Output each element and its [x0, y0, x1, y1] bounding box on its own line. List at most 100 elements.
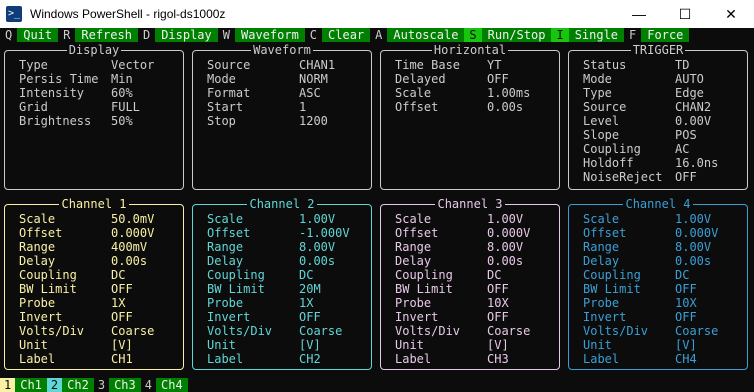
menu-clear-button[interactable]: Clear — [322, 28, 371, 42]
setting-value: OFF — [487, 282, 509, 296]
channel-tab-3[interactable]: Ch3 — [109, 378, 141, 392]
setting-row: Delay 0.00s — [19, 254, 179, 268]
setting-row: Probe 1X — [207, 296, 367, 310]
setting-value: 1.00V — [675, 212, 712, 226]
setting-label: Label — [395, 352, 432, 366]
setting-row: Unit [V] — [583, 338, 743, 352]
setting-value: POS — [675, 128, 697, 142]
setting-label: Probe — [583, 296, 620, 310]
close-button[interactable]: ✕ — [708, 0, 754, 28]
setting-label: Coupling — [583, 268, 641, 282]
setting-label: Invert — [583, 310, 627, 324]
setting-label: Range — [19, 240, 56, 254]
menu-force-button[interactable]: Force — [641, 28, 690, 42]
setting-value: FULL — [111, 100, 140, 114]
setting-value: 1.00V — [299, 212, 336, 226]
menu-quit-button[interactable]: Quit — [17, 28, 59, 42]
setting-value: 1.00ms — [487, 86, 531, 100]
menu-single-button[interactable]: Single — [568, 28, 625, 42]
setting-label: Volts/Div — [395, 324, 461, 338]
setting-row: Delay 0.00s — [395, 254, 555, 268]
setting-label: Delay — [207, 254, 244, 268]
setting-label: Type — [19, 58, 48, 72]
setting-label: Scale — [395, 86, 432, 100]
setting-value: 8.00V — [487, 240, 524, 254]
channel-tab-4[interactable]: Ch4 — [156, 378, 188, 392]
setting-value: ASC — [299, 86, 321, 100]
setting-value: OFF — [299, 310, 321, 324]
setting-label: BW Limit — [19, 282, 77, 296]
channel-number-4: 4 — [140, 378, 156, 392]
setting-label: Time Base — [395, 58, 461, 72]
setting-value: OFF — [111, 282, 133, 296]
setting-value: [V] — [299, 338, 321, 352]
channel-tab-2[interactable]: Ch2 — [62, 378, 94, 392]
setting-label: Scale — [395, 212, 432, 226]
setting-value: 10X — [487, 296, 509, 310]
setting-label: Offset — [19, 226, 63, 240]
setting-row: Level 0.00V — [583, 114, 743, 128]
panel-title: Display — [66, 43, 122, 57]
setting-row: Grid FULL — [19, 100, 179, 114]
setting-value: 0.00V — [675, 114, 712, 128]
menu-key-q: Q — [5, 28, 13, 42]
setting-label: Range — [395, 240, 432, 254]
setting-value: Coarse — [487, 324, 531, 338]
setting-label: Label — [207, 352, 244, 366]
setting-row: Delayed OFF — [395, 72, 555, 86]
setting-row: Slope POS — [583, 128, 743, 142]
setting-label: Type — [583, 86, 612, 100]
setting-value: TD — [675, 58, 690, 72]
setting-label: Offset — [395, 100, 439, 114]
setting-value: Coarse — [111, 324, 155, 338]
setting-row: Offset 0.000V — [19, 226, 179, 240]
setting-row: Offset 0.000V — [395, 226, 555, 240]
menu-display-button[interactable]: Display — [155, 28, 218, 42]
setting-row: Delay 0.00s — [207, 254, 367, 268]
setting-value: 400mV — [111, 240, 148, 254]
menu-waveform-button[interactable]: Waveform — [235, 28, 305, 42]
channel-2-panel: Channel 2 Scale 1.00V Offset -1.000V Range 8.0… — [192, 197, 372, 370]
command-bar: Q Quit R Refresh D Display W Waveform C Clear A Aut… — [0, 28, 754, 43]
setting-row: BW Limit OFF — [583, 282, 743, 296]
maximize-button[interactable]: ☐ — [662, 0, 708, 28]
menu-refresh-button[interactable]: Refresh — [75, 28, 138, 42]
setting-label: BW Limit — [207, 282, 265, 296]
setting-row: Intensity 60% — [19, 86, 179, 100]
setting-row: Probe 1X — [19, 296, 179, 310]
setting-label: Coupling — [19, 268, 77, 282]
setting-value: 50.0mV — [111, 212, 155, 226]
menu-run-stop-button[interactable]: Run/Stop — [481, 28, 552, 42]
setting-row: Unit [V] — [395, 338, 555, 352]
setting-label: Brightness — [19, 114, 92, 128]
setting-label: Label — [583, 352, 620, 366]
minimize-button[interactable]: — — [616, 0, 662, 28]
setting-row: Range 8.00V — [583, 240, 743, 254]
setting-row: Delay 0.00s — [583, 254, 743, 268]
setting-row: BW Limit OFF — [19, 282, 179, 296]
menu-key-a: A — [375, 28, 383, 42]
setting-row: Scale 1.00V — [207, 212, 367, 226]
channel-number-2: 2 — [46, 378, 63, 392]
setting-value: Vector — [111, 58, 155, 72]
setting-label: NoiseReject — [583, 170, 663, 184]
channel-tab-1[interactable]: Ch1 — [15, 378, 47, 392]
menu-autoscale-button[interactable]: Autoscale — [387, 28, 465, 42]
trigger-panel: TRIGGER Status TD Mode AUTO Type Edge Source CHA… — [568, 43, 748, 190]
setting-value: -1.000V — [299, 226, 350, 240]
setting-row: Source CHAN2 — [583, 100, 743, 114]
setting-label: Coupling — [395, 268, 453, 282]
setting-label: Intensity — [19, 86, 85, 100]
setting-value: 1.00V — [487, 212, 524, 226]
setting-row: Coupling AC — [583, 142, 743, 156]
setting-label: Range — [583, 240, 620, 254]
menu-key-i: I — [551, 28, 569, 42]
setting-row: Volts/Div Coarse — [19, 324, 179, 338]
setting-label: Status — [583, 58, 627, 72]
setting-label: Probe — [19, 296, 56, 310]
setting-row: Brightness 50% — [19, 114, 179, 128]
setting-row: NoiseReject OFF — [583, 170, 743, 184]
channel-number-3: 3 — [93, 378, 110, 392]
setting-label: Unit — [207, 338, 236, 352]
setting-row: Persis Time Min — [19, 72, 179, 86]
